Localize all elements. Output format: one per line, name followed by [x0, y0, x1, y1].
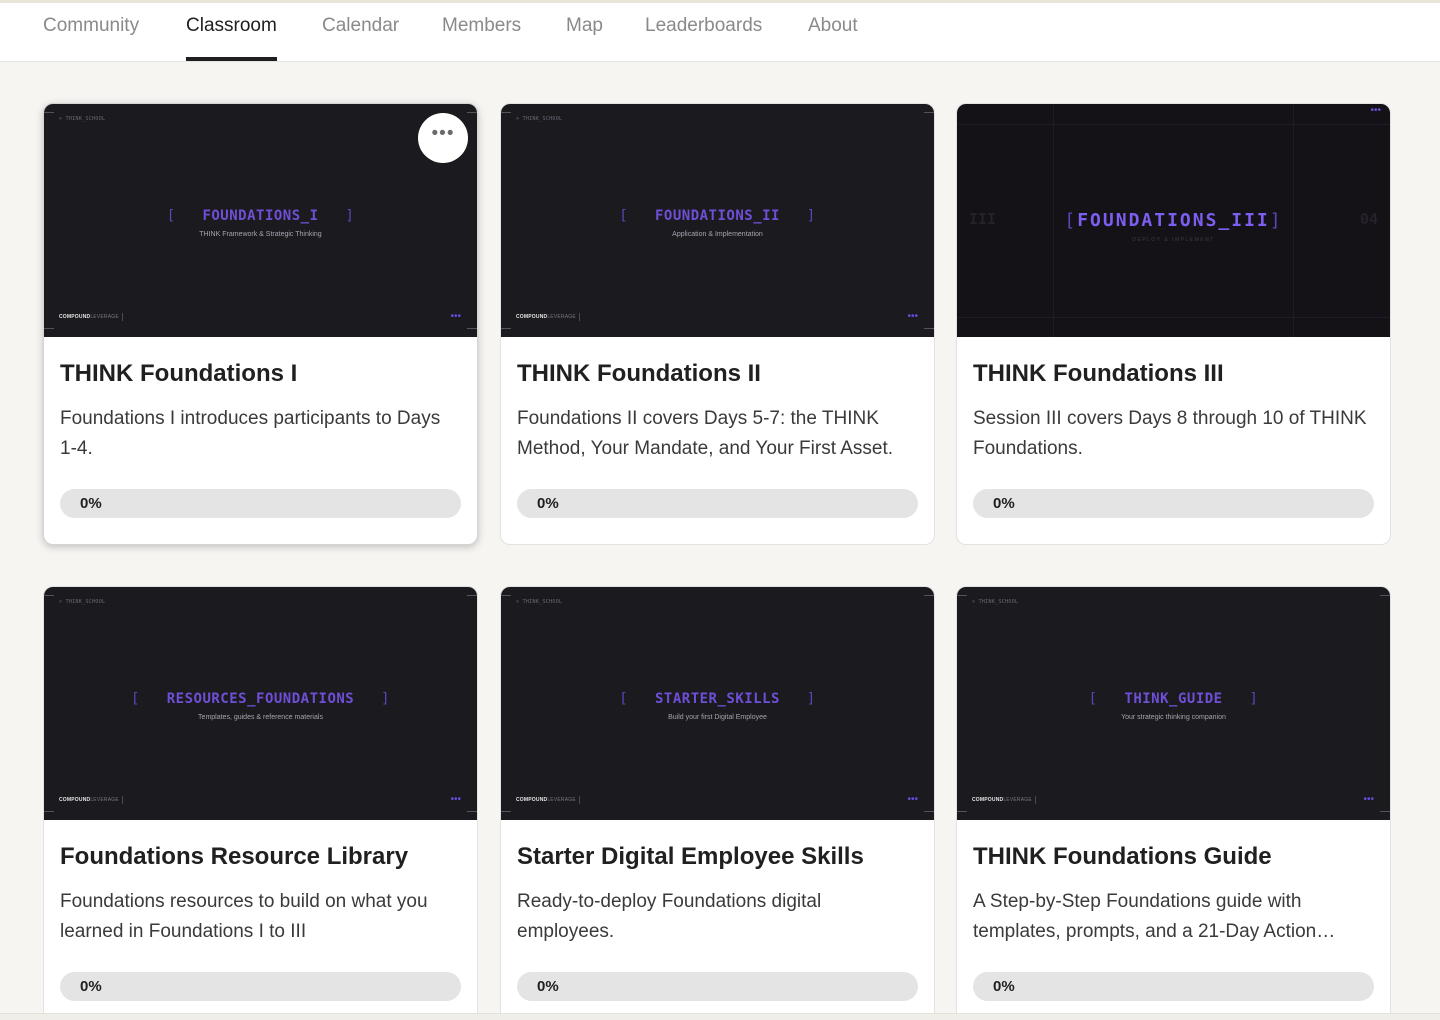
brand-logo: COMPOUNDLEVERAGE — [59, 313, 123, 321]
thumb-code-title: [ FOUNDATIONS_II ] — [619, 208, 816, 224]
course-card-foundations-iii[interactable]: III 04 [FOUNDATIONS_III] DEPLOY & IMPLEM… — [956, 103, 1391, 545]
bottom-border — [0, 1013, 1440, 1020]
course-description: Foundations II covers Days 5-7: the THIN… — [517, 408, 894, 459]
progress-label: 0% — [80, 495, 102, 512]
brand-logo: COMPOUNDLEVERAGE — [59, 796, 123, 804]
course-card-starter-skills[interactable]: > THINK_SCHOOL [ STARTER_SKILLS ] Build … — [500, 586, 935, 1020]
course-thumbnail: > THINK_SCHOOL [ FOUNDATIONS_II ] Applic… — [501, 104, 934, 337]
thumb-subtitle: Templates, guides & reference materials — [198, 714, 323, 721]
progress-label: 0% — [537, 978, 559, 995]
course-card-foundations-i[interactable]: > THINK_SCHOOL [ FOUNDATIONS_I ] THINK F… — [43, 103, 478, 545]
tab-map[interactable]: Map — [566, 3, 603, 61]
progress-bar: 0% — [973, 972, 1374, 1001]
course-description: Ready-to-deploy Foundations digital empl… — [517, 891, 822, 942]
dots-decoration-icon: ••• — [1370, 105, 1381, 116]
thumb-code-title: [ FOUNDATIONS_I ] — [166, 208, 355, 224]
brand-logo: COMPOUNDLEVERAGE — [972, 796, 1036, 804]
progress-label: 0% — [993, 495, 1015, 512]
tab-community[interactable]: Community — [43, 3, 139, 61]
tab-about[interactable]: About — [808, 3, 858, 61]
progress-label: 0% — [80, 978, 102, 995]
course-thumbnail: III 04 [FOUNDATIONS_III] DEPLOY & IMPLEM… — [957, 104, 1390, 337]
dots-decoration-icon: ••• — [1363, 794, 1374, 805]
progress-label: 0% — [993, 978, 1015, 995]
course-title: THINK Foundations III — [973, 360, 1224, 387]
progress-bar: 0% — [60, 489, 461, 518]
dots-decoration-icon: ••• — [907, 794, 918, 805]
thumb-crumb: > THINK_SCHOOL — [59, 599, 106, 605]
tab-classroom[interactable]: Classroom — [186, 3, 277, 61]
brand-logo: COMPOUNDLEVERAGE — [516, 313, 580, 321]
course-thumbnail: > THINK_SCHOOL [ FOUNDATIONS_I ] THINK F… — [44, 104, 477, 337]
course-thumbnail: > THINK_SCHOOL [ THINK_GUIDE ] Your stra… — [957, 587, 1390, 820]
thumb-crumb: > THINK_SCHOOL — [972, 599, 1019, 605]
course-title: THINK Foundations I — [60, 360, 298, 387]
more-options-button[interactable]: ••• — [418, 113, 468, 163]
thumb-code-title: [ THINK_GUIDE ] — [1088, 691, 1259, 707]
classroom-nav-bar: Community Classroom Calendar Members Map… — [0, 3, 1440, 62]
progress-bar: 0% — [60, 972, 461, 1001]
course-card-foundations-guide[interactable]: > THINK_SCHOOL [ THINK_GUIDE ] Your stra… — [956, 586, 1391, 1020]
course-description: Foundations I introduces participants to… — [60, 408, 441, 459]
thumb-code-title: [ RESOURCES_FOUNDATIONS ] — [131, 691, 390, 707]
thumb-subtitle: Application & Implementation — [672, 231, 763, 238]
dots-decoration-icon: ••• — [450, 794, 461, 805]
progress-bar: 0% — [973, 489, 1374, 518]
course-thumbnail: > THINK_SCHOOL [ RESOURCES_FOUNDATIONS ]… — [44, 587, 477, 820]
course-title: THINK Foundations Guide — [973, 843, 1272, 870]
tab-calendar[interactable]: Calendar — [322, 3, 399, 61]
course-title: Starter Digital Employee Skills — [517, 843, 864, 870]
course-card-foundations-ii[interactable]: > THINK_SCHOOL [ FOUNDATIONS_II ] Applic… — [500, 103, 935, 545]
thumb-subtitle: DEPLOY & IMPLEMENT — [1132, 237, 1215, 243]
course-title: THINK Foundations II — [517, 360, 761, 387]
dots-decoration-icon: ••• — [450, 311, 461, 322]
progress-bar: 0% — [517, 972, 918, 1001]
course-title: Foundations Resource Library — [60, 843, 409, 870]
progress-bar: 0% — [517, 489, 918, 518]
course-description: Session III covers Days 8 through 10 of … — [973, 408, 1367, 459]
thumb-subtitle: THINK Framework & Strategic Thinking — [199, 231, 322, 238]
course-card-resource-library[interactable]: > THINK_SCHOOL [ RESOURCES_FOUNDATIONS ]… — [43, 586, 478, 1020]
course-description: A Step-by-Step Foundations guide with te… — [973, 891, 1336, 942]
tab-members[interactable]: Members — [442, 3, 521, 61]
thumb-subtitle: Your strategic thinking companion — [1121, 714, 1226, 721]
course-thumbnail: > THINK_SCHOOL [ STARTER_SKILLS ] Build … — [501, 587, 934, 820]
progress-label: 0% — [537, 495, 559, 512]
thumb-crumb: > THINK_SCHOOL — [59, 116, 106, 122]
thumb-crumb: > THINK_SCHOOL — [516, 599, 563, 605]
course-description: Foundations resources to build on what y… — [60, 891, 428, 942]
thumb-subtitle: Build your first Digital Employee — [668, 714, 767, 721]
thumb-code-title: [ STARTER_SKILLS ] — [619, 691, 816, 707]
brand-logo: COMPOUNDLEVERAGE — [516, 796, 580, 804]
tab-leaderboards[interactable]: Leaderboards — [645, 3, 762, 61]
thumb-crumb: > THINK_SCHOOL — [516, 116, 563, 122]
dots-decoration-icon: ••• — [907, 311, 918, 322]
thumb-code-title: [FOUNDATIONS_III] — [1064, 210, 1283, 231]
